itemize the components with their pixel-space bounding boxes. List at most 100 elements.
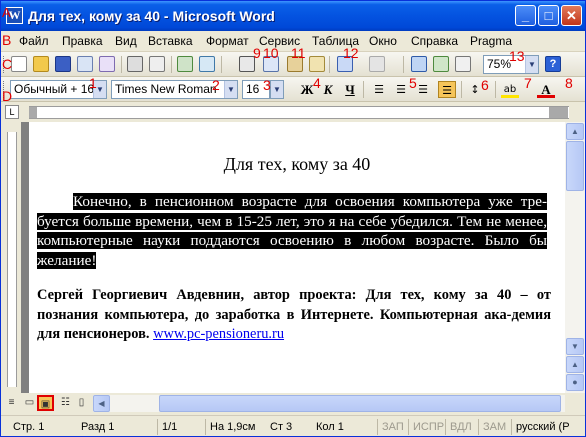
maximize-button[interactable]: □	[538, 5, 559, 26]
vertical-ruler[interactable]	[1, 122, 21, 393]
align-left-icon[interactable]: ☰	[370, 81, 388, 98]
chevron-down-icon[interactable]: ▼	[224, 81, 237, 98]
document-page[interactable]: Для тех, кому за 40 Конечно, в пенсионно…	[29, 122, 565, 393]
outline-view-icon[interactable]: ☷	[57, 395, 74, 411]
chevron-down-icon[interactable]: ▼	[271, 81, 283, 98]
new-document-icon[interactable]	[11, 56, 27, 72]
menu-view[interactable]: Вид	[115, 34, 137, 48]
previous-page-icon[interactable]: ▲	[566, 356, 584, 373]
doc-title[interactable]: Для тех, кому за 40	[29, 154, 565, 175]
vertical-ruler-strip[interactable]	[7, 132, 17, 387]
document-area[interactable]: Для тех, кому за 40 Конечно, в пенсионно…	[21, 122, 565, 393]
status-line: Ст 3	[270, 421, 293, 433]
right-margin-area	[549, 107, 568, 118]
underline-button[interactable]: Ч	[341, 81, 359, 98]
toolbar-separator	[329, 56, 330, 73]
tab-selector-icon[interactable]: L	[5, 105, 19, 119]
menu-window[interactable]: Окно	[369, 34, 397, 48]
menu-edit[interactable]: Правка	[62, 34, 103, 48]
menu-help[interactable]: Справка	[411, 34, 458, 48]
spelling-icon[interactable]	[177, 56, 193, 72]
author-paragraph[interactable]: Сергей Георгиевич Авдевнин, автор проект…	[37, 286, 551, 345]
scroll-left-icon[interactable]: ◀	[93, 395, 110, 412]
status-at: На 1,9см	[205, 419, 255, 435]
annotation-2: 2	[212, 77, 220, 93]
annotation-4: 4	[313, 75, 321, 91]
tables-borders-icon[interactable]	[433, 56, 449, 72]
annotation-1: 1	[89, 75, 97, 91]
annotation-9: 9	[253, 45, 261, 61]
permission-icon[interactable]	[77, 56, 93, 72]
research-icon[interactable]	[199, 56, 215, 72]
font-size-dropdown[interactable]: ▼	[270, 80, 284, 99]
align-center-icon[interactable]: ☰	[392, 81, 410, 98]
hyperlink-icon[interactable]	[411, 56, 427, 72]
author-text[interactable]: Сергей Георгиевич Авдевнин, автор проект…	[37, 287, 551, 342]
print-preview-icon[interactable]	[149, 56, 165, 72]
status-column: Кол 1	[316, 421, 344, 433]
selected-paragraph[interactable]: Конечно, в пенсионном возрасте для освое…	[37, 192, 547, 270]
status-trk[interactable]: ИСПР	[408, 419, 444, 435]
toolbar-separator	[171, 56, 172, 73]
word-window: W Для тех, кому за 40 - Microsoft Word _…	[0, 0, 586, 437]
vertical-scrollbar[interactable]: ▲ ▼ ▲ ●	[565, 122, 585, 393]
format-painter-icon[interactable]	[309, 56, 325, 72]
scroll-down-icon[interactable]: ▼	[566, 338, 584, 355]
menu-pragma[interactable]: Pragma	[470, 34, 512, 48]
redo-icon[interactable]	[369, 56, 385, 72]
status-section: Разд 1	[81, 421, 115, 433]
annotation-6: 6	[481, 77, 489, 93]
menu-insert[interactable]: Вставка	[148, 34, 193, 48]
status-pages: 1/1	[157, 419, 177, 435]
help-icon[interactable]: ?	[545, 56, 561, 72]
toolbar-separator	[461, 81, 462, 98]
print-layout-icon[interactable]: ▣	[37, 395, 54, 411]
web-layout-icon[interactable]: ▭	[21, 395, 38, 411]
reading-layout-icon[interactable]: ▯	[73, 395, 90, 411]
status-ovr[interactable]: ЗАМ	[478, 419, 506, 435]
menu-format[interactable]: Формат	[206, 34, 249, 48]
annotation-8: 8	[565, 75, 573, 91]
print-icon[interactable]	[127, 56, 143, 72]
toolbar-separator	[121, 56, 122, 73]
chevron-down-icon[interactable]: ▼	[525, 56, 538, 73]
site-link[interactable]: www.pc-pensioneru.ru	[153, 326, 284, 342]
status-rec[interactable]: ЗАП	[377, 419, 404, 435]
annotation-letter-c: C	[2, 56, 13, 72]
left-margin-area	[29, 107, 37, 118]
email-icon[interactable]	[99, 56, 115, 72]
annotation-3: 3	[263, 77, 271, 93]
open-folder-icon[interactable]	[33, 56, 49, 72]
close-button[interactable]: ✕	[561, 5, 582, 26]
font-color-icon[interactable]: A	[537, 81, 555, 98]
browse-object-icon[interactable]: ●	[566, 374, 584, 391]
status-language[interactable]: русский (Р	[511, 419, 570, 435]
toolbar-separator	[221, 56, 222, 73]
italic-button[interactable]: К	[319, 81, 337, 98]
horizontal-scroll-thumb[interactable]	[159, 395, 561, 412]
justify-icon[interactable]: ☰	[438, 81, 456, 98]
zoom-value: 75%	[487, 57, 512, 71]
status-bar: Стр. 1 Разд 1 1/1 На 1,9см Ст 3 Кол 1 ЗА…	[1, 415, 585, 436]
minimize-button[interactable]: _	[515, 5, 536, 26]
annotation-13: 13	[509, 48, 525, 64]
annotation-12: 12	[343, 45, 359, 61]
vertical-scroll-thumb[interactable]	[566, 141, 584, 191]
annotation-letter-b: B	[2, 32, 12, 48]
horizontal-ruler[interactable]: L	[1, 102, 585, 122]
annotation-7: 7	[524, 75, 532, 91]
menu-file[interactable]: Файл	[19, 34, 49, 48]
title-bar[interactable]: W Для тех, кому за 40 - Microsoft Word _…	[1, 1, 585, 31]
toolbar-separator	[495, 81, 496, 98]
insert-table-icon[interactable]	[455, 56, 471, 72]
horizontal-scrollbar[interactable]: ◀	[93, 395, 565, 412]
status-page: Стр. 1	[13, 421, 45, 433]
toolbar-separator	[403, 56, 404, 73]
save-icon[interactable]	[55, 56, 71, 72]
selected-text[interactable]: Конечно, в пенсионном возрасте для освое…	[37, 193, 547, 269]
ruler-strip[interactable]	[29, 106, 569, 119]
highlight-icon[interactable]: ab	[501, 81, 519, 98]
normal-view-icon[interactable]: ≡	[3, 395, 20, 411]
status-ext[interactable]: ВДЛ	[445, 419, 472, 435]
scroll-up-icon[interactable]: ▲	[566, 123, 584, 140]
